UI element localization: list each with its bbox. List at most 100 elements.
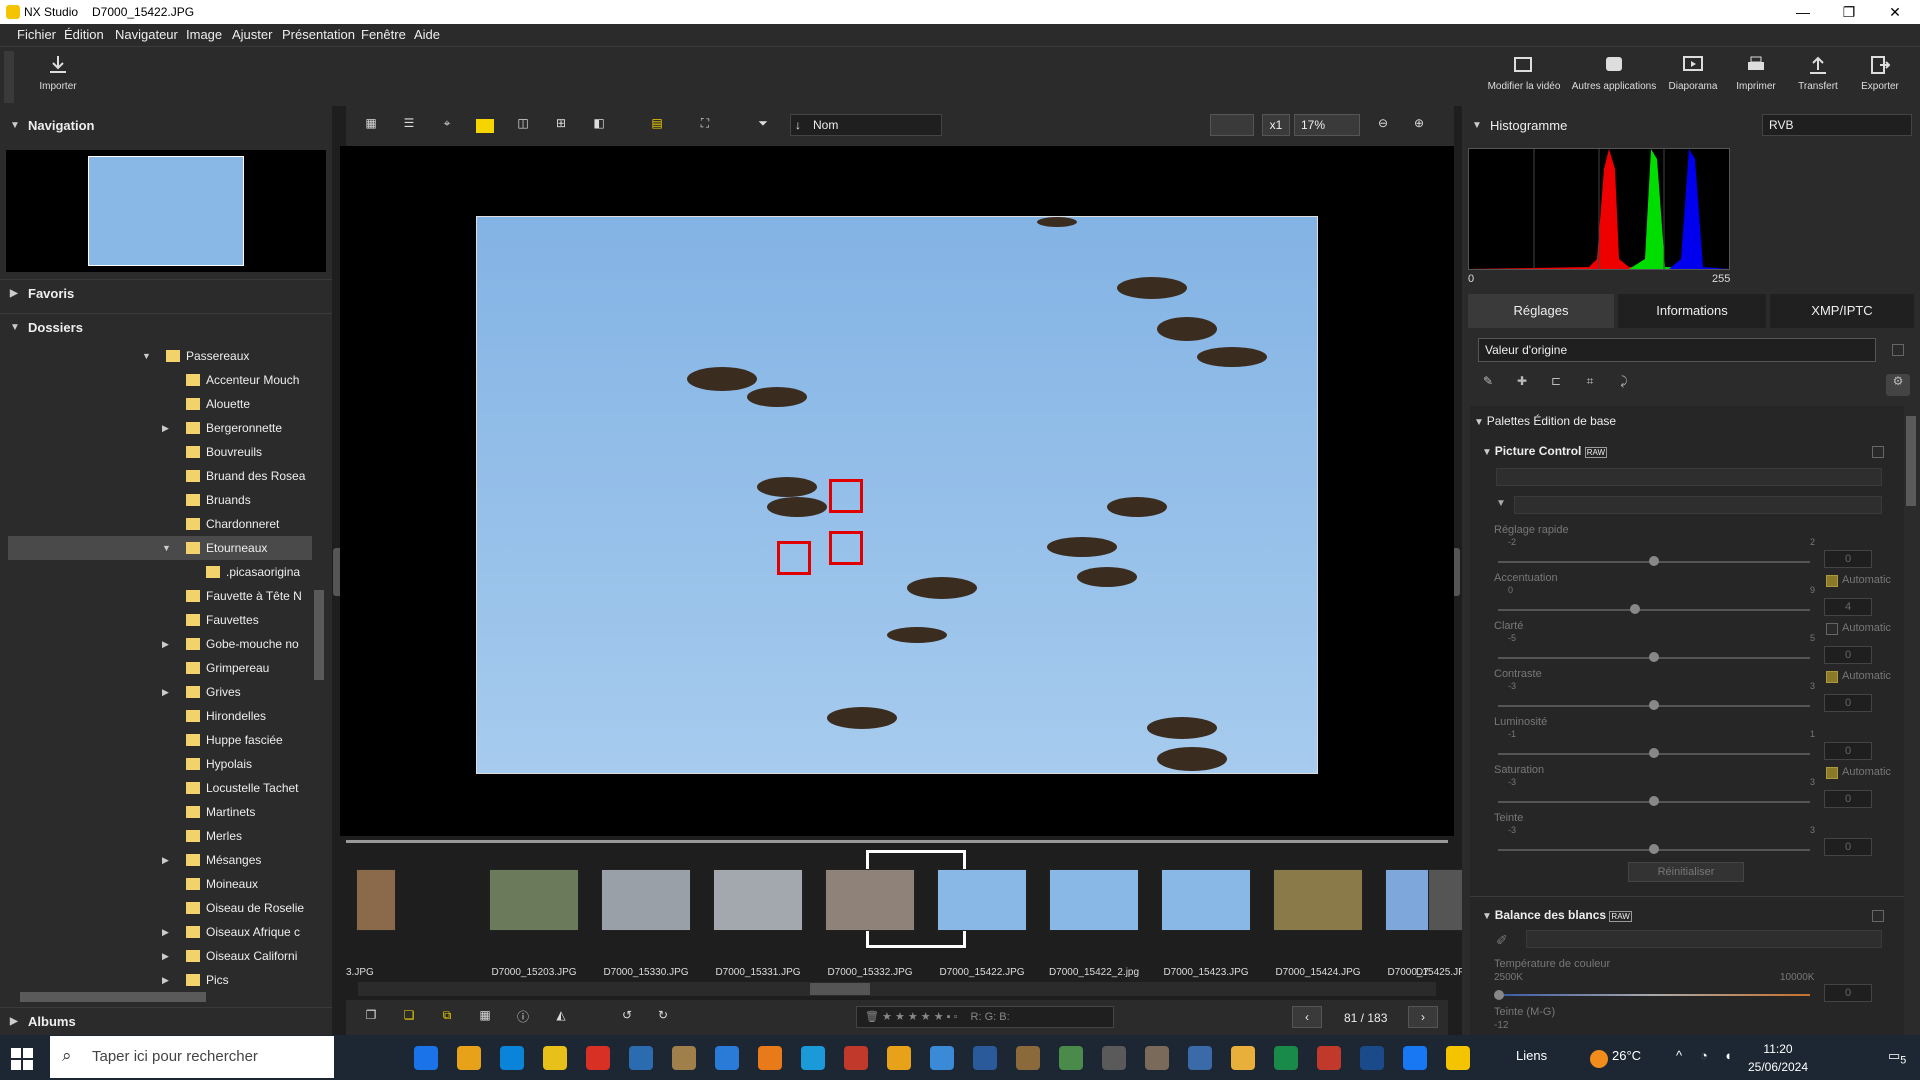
tab-informations[interactable]: Informations [1618,294,1766,328]
rotate-left-icon[interactable]: ↺ [616,1008,638,1028]
filter-icon[interactable]: ⏷ [752,116,774,136]
taskbar-app-icon[interactable] [543,1046,567,1070]
zoom-out-icon[interactable]: ⊖ [1372,116,1394,136]
expand-icon[interactable]: ▶ [162,416,169,440]
taskbar-app-icon[interactable] [887,1046,911,1070]
rating-stars-icon[interactable]: 🗑 ★ ★ ★ ★ ★ ▪ ▫ [865,1011,961,1023]
filmstrip-thumbnail[interactable] [1161,869,1251,931]
folder-item[interactable]: Merles [8,824,312,848]
folder-item[interactable]: Bruand des Rosea [8,464,312,488]
taskbar-app-icon[interactable] [629,1046,653,1070]
frame-icon[interactable]: ⧉ [436,1008,458,1028]
windows-start-icon[interactable] [8,1045,36,1073]
expand-icon[interactable]: ▼ [1496,498,1506,509]
thumbnail-grid-icon[interactable]: ▦ [360,116,382,136]
taskbar-app-icon[interactable] [973,1046,997,1070]
folder-item[interactable]: Martinets [8,800,312,824]
menu-fichier[interactable]: Fichier [17,27,56,42]
taskbar-app-icon[interactable] [1403,1046,1427,1070]
taskbar-app-icon[interactable] [1145,1046,1169,1070]
expand-icon[interactable]: ▶ [162,848,169,872]
picture-control-select[interactable] [1496,468,1882,486]
filmstrip-thumbnail[interactable] [825,869,915,931]
overlay-layers-icon[interactable]: ❏ [398,1008,420,1028]
folder-tree-vscroll-thumb[interactable] [314,590,324,680]
slider-value[interactable]: 4 [1824,598,1872,616]
folder-item[interactable]: Locustelle Tachet [8,776,312,800]
filmstrip-divider[interactable] [346,840,1448,843]
zoom-1x-button[interactable]: x1 [1262,114,1290,136]
filmstrip-thumbnail[interactable] [713,869,803,931]
taskbar-app-icon[interactable] [1360,1046,1384,1070]
slider-knob[interactable] [1649,652,1659,662]
menu-presentation[interactable]: Présentation [282,27,355,42]
rating-bar[interactable]: 🗑 ★ ★ ★ ★ ★ ▪ ▫ R: G: B: [856,1006,1114,1028]
other-apps-button[interactable]: Autres applications [1568,53,1660,92]
folder-item[interactable]: Hirondelles [8,704,312,728]
expand-icon[interactable]: ▶ [162,680,169,704]
taskbar-app-icon[interactable] [414,1046,438,1070]
taskbar-app-icon[interactable] [801,1046,825,1070]
auto-checkbox[interactable] [1826,767,1838,779]
reset-button[interactable]: Réinitialiser [1628,862,1744,882]
histogram-header[interactable]: ▼ Histogramme [1462,112,1722,140]
sort-select[interactable]: ↓ Nom [790,114,942,136]
slider-value[interactable]: 0 [1824,550,1872,568]
navigation-header[interactable]: ▼ Navigation [0,112,332,140]
taskbar-app-icon[interactable] [586,1046,610,1070]
auto-checkbox[interactable] [1826,671,1838,683]
slider-value[interactable]: 0 [1824,694,1872,712]
crop-icon[interactable]: ⌗ [1578,374,1602,396]
taskbar-app-icon[interactable] [1059,1046,1083,1070]
transfer-button[interactable]: Transfert [1790,53,1846,92]
folder-item[interactable]: ▶ Grives [8,680,312,704]
map-view-icon[interactable]: ⌖ [436,116,458,136]
tab-xmp-iptc[interactable]: XMP/IPTC [1770,294,1914,328]
menu-edition[interactable]: Édition [64,27,104,42]
network-icon[interactable]: ◔ [1700,1048,1708,1063]
compare-view-icon[interactable]: ⊞ [550,116,572,136]
slider-knob[interactable] [1649,700,1659,710]
menu-aide[interactable]: Aide [414,27,440,42]
taskbar-app-icon[interactable] [844,1046,868,1070]
taskbar-app-icon[interactable] [672,1046,696,1070]
bandage-icon[interactable]: ✚ [1510,374,1534,396]
slider-knob[interactable] [1649,556,1659,566]
menu-fenetre[interactable]: Fenêtre [361,27,406,42]
slider-value[interactable]: 0 [1824,742,1872,760]
slideshow-button[interactable]: Diaporama [1664,53,1722,92]
auto-checkbox[interactable] [1826,623,1838,635]
taskbar-app-icon[interactable] [457,1046,481,1070]
slider-knob[interactable] [1649,844,1659,854]
folder-item[interactable]: Chardonneret [8,512,312,536]
folder-item[interactable]: Oiseau de Roselie [8,896,312,920]
slider-track[interactable] [1498,609,1810,611]
color-temp-track[interactable] [1498,994,1810,996]
slider-value[interactable]: 0 [1824,646,1872,664]
filmstrip-scrollbar[interactable] [358,982,1436,996]
import-button[interactable]: Importer [30,53,86,92]
rotate-right-icon[interactable]: ↻ [652,1008,674,1028]
folder-item[interactable]: Accenteur Mouch [8,368,312,392]
folder-item[interactable]: Huppe fasciée [8,728,312,752]
minimize-button[interactable]: — [1780,0,1826,24]
main-photo[interactable] [476,216,1318,774]
folder-item[interactable]: ▶ Oiseaux Californi [8,944,312,968]
single-view-icon[interactable] [476,119,494,133]
expand-icon[interactable]: ▶ [162,968,169,992]
auto-checkbox[interactable] [1826,575,1838,587]
taskbar-app-icon[interactable] [930,1046,954,1070]
straighten-icon[interactable]: ⤸ [1612,374,1636,396]
folder-item[interactable]: ▶ Mésanges [8,848,312,872]
picture-control-sub-select[interactable] [1514,496,1882,514]
adjustments-scroll-thumb[interactable] [1906,416,1916,506]
folder-item[interactable]: Hypolais [8,752,312,776]
folder-item[interactable]: Fauvettes [8,608,312,632]
edit-video-button[interactable]: Modifier la vidéo [1484,53,1564,92]
tab-reglages[interactable]: Réglages [1468,294,1614,328]
histogram-icon[interactable]: ◭ [550,1008,572,1028]
filmstrip-thumbnail[interactable] [489,869,579,931]
filmstrip-scroll-thumb[interactable] [810,983,870,995]
picture-control-header[interactable]: ▼ Picture Control RAW [1482,444,1608,458]
navigation-thumbnail[interactable] [88,156,244,266]
